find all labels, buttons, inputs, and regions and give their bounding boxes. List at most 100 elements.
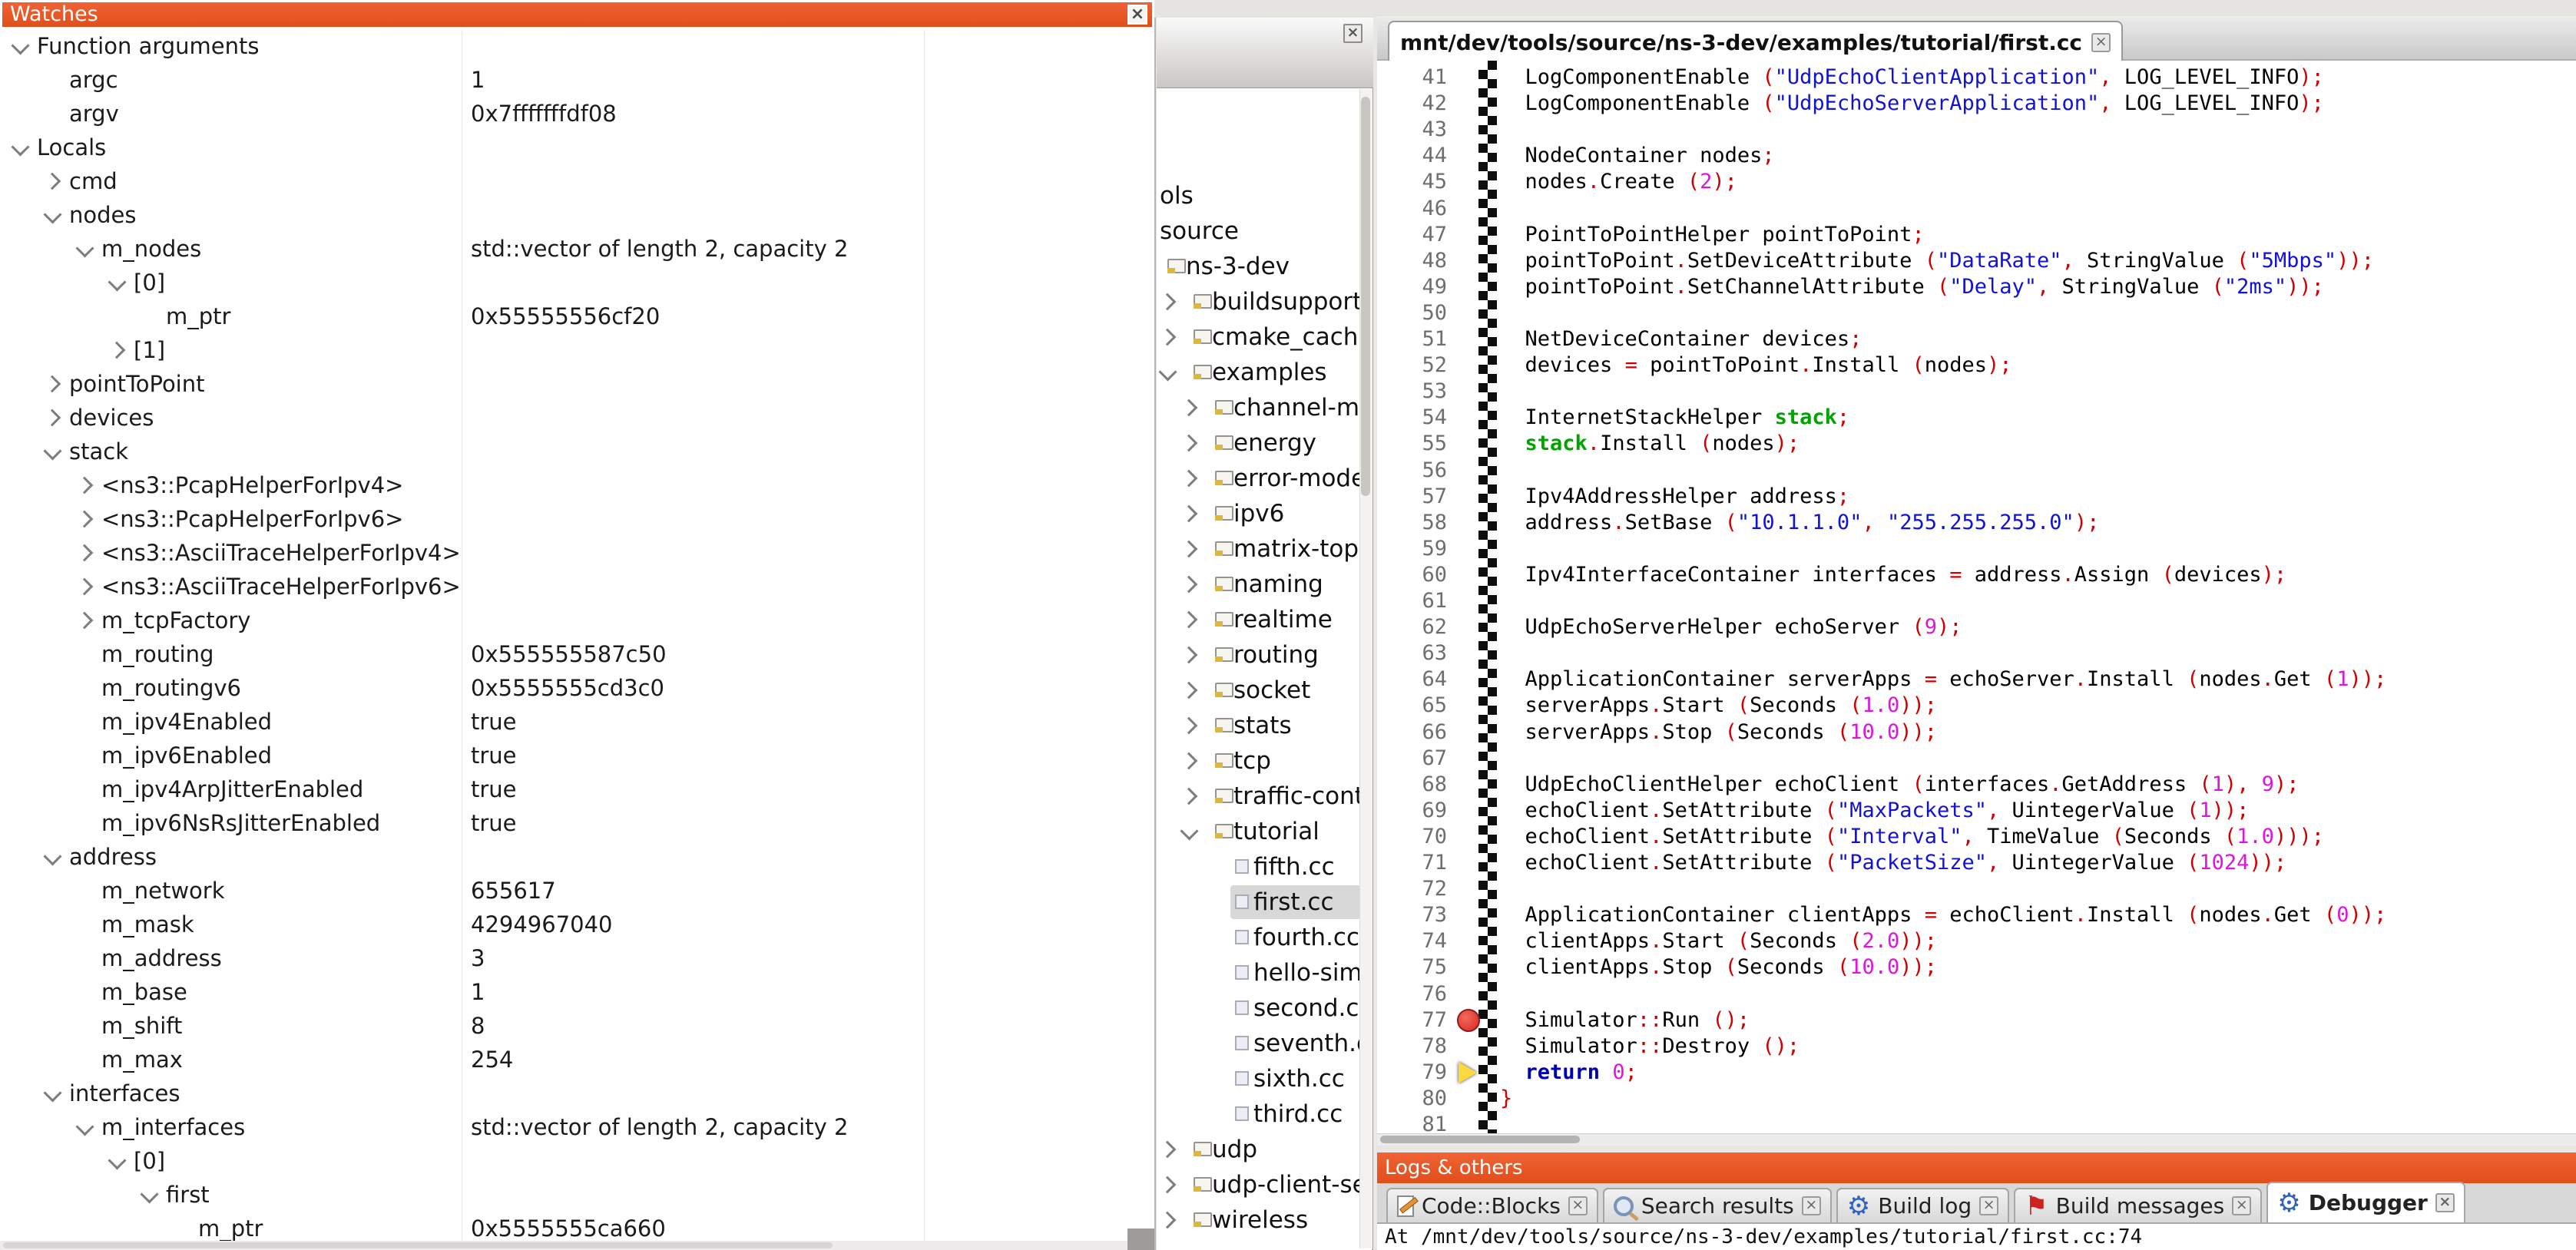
watches-titlebar[interactable]: Watches ×: [2, 2, 1152, 27]
code-line[interactable]: 72: [1377, 876, 2576, 902]
tree-item-udp-client-ser[interactable]: udp-client-ser: [1157, 1168, 1372, 1202]
line-number[interactable]: 54: [1377, 405, 1447, 431]
code-line[interactable]: 70 echoClient.SetAttribute ("Interval", …: [1377, 824, 2576, 850]
line-number[interactable]: 76: [1377, 981, 1447, 1007]
close-icon[interactable]: ×: [2232, 1196, 2251, 1215]
line-number[interactable]: 52: [1377, 352, 1447, 379]
code-line[interactable]: 63: [1377, 640, 2576, 666]
tree-item-ipv6[interactable]: ipv6: [1157, 497, 1372, 531]
line-number[interactable]: 63: [1377, 640, 1447, 666]
line-number[interactable]: 41: [1377, 64, 1447, 91]
tree-item-second-cc[interactable]: second.cc: [1157, 991, 1372, 1025]
watch-row[interactable]: m_mask4294967040: [0, 908, 1154, 942]
watch-row[interactable]: [1]: [0, 333, 1154, 368]
line-number[interactable]: 70: [1377, 824, 1447, 850]
watch-row[interactable]: first: [0, 1178, 1154, 1212]
code-line[interactable]: 66 serverApps.Stop (Seconds (10.0));: [1377, 719, 2576, 746]
code-line[interactable]: 77 Simulator::Run ();: [1377, 1007, 2576, 1033]
watch-row[interactable]: m_ipv6NsRsJitterEnabledtrue: [0, 806, 1154, 841]
expander-icon[interactable]: [76, 612, 94, 630]
line-number[interactable]: 59: [1377, 536, 1447, 562]
expander-icon[interactable]: [11, 137, 29, 156]
line-number[interactable]: 73: [1377, 902, 1447, 928]
line-number[interactable]: 48: [1377, 248, 1447, 274]
editor-hscroll-thumb[interactable]: [1380, 1136, 1580, 1143]
watch-row[interactable]: m_ptr0x55555556cf20: [0, 299, 1154, 334]
tree-item-realtime[interactable]: realtime: [1157, 603, 1372, 637]
code-line[interactable]: 64 ApplicationContainer serverApps = ech…: [1377, 666, 2576, 693]
logs-tab-build-messages[interactable]: ⚑Build messages×: [2014, 1188, 2262, 1222]
code-line[interactable]: 71 echoClient.SetAttribute ("PacketSize"…: [1377, 850, 2576, 876]
line-number[interactable]: 64: [1377, 666, 1447, 693]
logs-tab-code-blocks[interactable]: Code::Blocks×: [1386, 1188, 1598, 1222]
expander-icon[interactable]: [1159, 1176, 1177, 1194]
line-number[interactable]: 66: [1377, 719, 1447, 746]
watch-row[interactable]: m_ptr0x5555555ca660: [0, 1212, 1154, 1241]
line-number[interactable]: 58: [1377, 510, 1447, 536]
tree-item-source[interactable]: source: [1157, 214, 1372, 248]
line-number[interactable]: 71: [1377, 850, 1447, 876]
expander-icon[interactable]: [75, 1117, 94, 1136]
code-line[interactable]: 48 pointToPoint.SetDeviceAttribute ("Dat…: [1377, 248, 2576, 274]
breakpoint-icon[interactable]: [1457, 1009, 1480, 1032]
code-line[interactable]: 81: [1377, 1112, 2576, 1133]
code-line[interactable]: 75 clientApps.Stop (Seconds (10.0));: [1377, 954, 2576, 980]
expander-icon[interactable]: [75, 239, 94, 257]
expander-icon[interactable]: [108, 1151, 126, 1169]
tree-item-tcp[interactable]: tcp: [1157, 744, 1372, 778]
logs-tab-debugger[interactable]: ⚙Debugger×: [2266, 1182, 2465, 1222]
close-icon[interactable]: ×: [1802, 1196, 1821, 1215]
line-number[interactable]: 81: [1377, 1112, 1447, 1133]
tree-item-wireless[interactable]: wireless: [1157, 1203, 1372, 1237]
line-number[interactable]: 62: [1377, 614, 1447, 640]
expander-icon[interactable]: [1180, 682, 1198, 699]
line-number[interactable]: 47: [1377, 222, 1447, 248]
line-number[interactable]: 74: [1377, 928, 1447, 954]
code-line[interactable]: 55 stack.Install (nodes);: [1377, 431, 2576, 457]
code-line[interactable]: 56: [1377, 458, 2576, 484]
expander-icon[interactable]: [76, 544, 94, 562]
watch-row[interactable]: <ns3::PcapHelperForIpv6>: [0, 502, 1154, 537]
expander-icon[interactable]: [1180, 541, 1198, 558]
tree-item-channel-mod[interactable]: channel-mod: [1157, 391, 1372, 425]
line-number[interactable]: 61: [1377, 588, 1447, 614]
watch-row[interactable]: m_network655617: [0, 874, 1154, 908]
code-line[interactable]: 53: [1377, 379, 2576, 405]
line-number[interactable]: 80: [1377, 1086, 1447, 1112]
watch-row[interactable]: interfaces: [0, 1076, 1154, 1111]
tree-item-sixth-cc[interactable]: sixth.cc: [1157, 1062, 1372, 1096]
watch-row[interactable]: cmd: [0, 164, 1154, 199]
close-icon[interactable]: ×: [1979, 1196, 1998, 1215]
line-number[interactable]: 44: [1377, 143, 1447, 169]
expander-icon[interactable]: [11, 36, 29, 55]
tree-item-third-cc[interactable]: third.cc: [1157, 1097, 1372, 1131]
line-number[interactable]: 78: [1377, 1033, 1447, 1060]
line-number[interactable]: 55: [1377, 431, 1447, 457]
tree-item-seventh-cc[interactable]: seventh.cc: [1157, 1027, 1372, 1060]
expander-icon[interactable]: [1180, 435, 1198, 452]
line-number[interactable]: 46: [1377, 196, 1447, 222]
watch-row[interactable]: Function arguments: [0, 29, 1154, 64]
watch-row[interactable]: m_address3: [0, 941, 1154, 976]
tree-item-ols[interactable]: ols: [1157, 179, 1372, 213]
expander-icon[interactable]: [1180, 822, 1198, 840]
line-number[interactable]: 65: [1377, 693, 1447, 719]
code-line[interactable]: 43: [1377, 117, 2576, 143]
tree-item-naming[interactable]: naming: [1157, 567, 1372, 601]
expander-icon[interactable]: [1180, 505, 1198, 523]
code-line[interactable]: 62 UdpEchoServerHelper echoServer (9);: [1377, 614, 2576, 640]
code-line[interactable]: 57 Ipv4AddressHelper address;: [1377, 484, 2576, 510]
tree-vscroll-thumb[interactable]: [1361, 97, 1370, 496]
expander-icon[interactable]: [43, 441, 61, 460]
expander-icon[interactable]: [1180, 752, 1198, 770]
line-number[interactable]: 77: [1377, 1007, 1447, 1033]
expander-icon[interactable]: [1180, 646, 1198, 664]
line-number[interactable]: 72: [1377, 876, 1447, 902]
code-line[interactable]: 60 Ipv4InterfaceContainer interfaces = a…: [1377, 562, 2576, 588]
expander-icon[interactable]: [44, 409, 61, 427]
watch-row[interactable]: argv0x7fffffffdf08: [0, 97, 1154, 131]
line-number[interactable]: 56: [1377, 458, 1447, 484]
tree-item-stats[interactable]: stats: [1157, 709, 1372, 742]
watch-row[interactable]: [0]: [0, 1144, 1154, 1179]
watch-row[interactable]: address: [0, 840, 1154, 875]
